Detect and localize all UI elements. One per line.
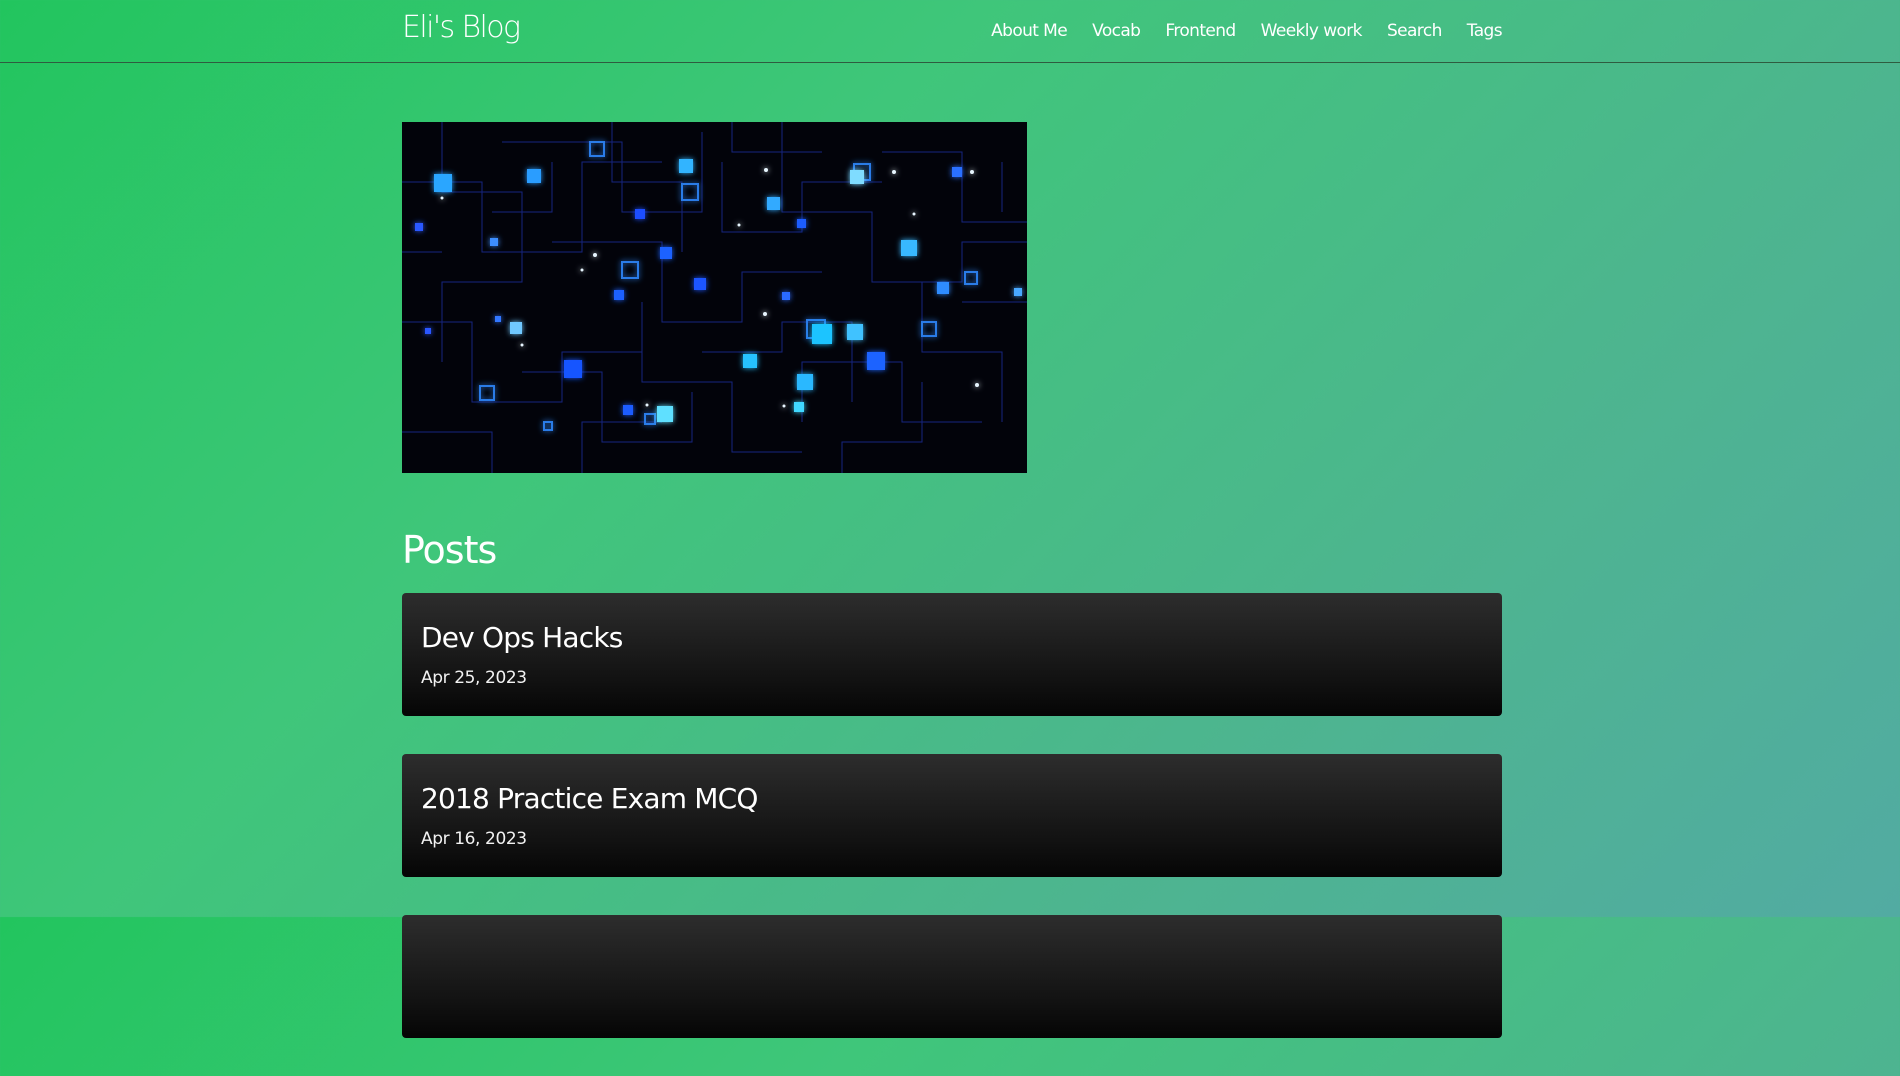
hero-image: [402, 122, 1027, 473]
post-title-link[interactable]: Dev Ops Hacks: [421, 621, 623, 655]
posts-heading: Posts: [402, 528, 497, 572]
nav-link-weekly-work[interactable]: Weekly work: [1261, 20, 1363, 42]
nav-link-tags[interactable]: Tags: [1467, 20, 1503, 42]
nav-link-about-me[interactable]: About Me: [991, 20, 1068, 42]
site-title-link[interactable]: Eli's Blog: [402, 10, 521, 46]
post-list: Dev Ops Hacks Apr 25, 2023 2018 Practice…: [402, 593, 1502, 1076]
post-card[interactable]: Dev Ops Hacks Apr 25, 2023: [402, 593, 1502, 716]
post-card[interactable]: [402, 915, 1502, 1038]
nav-link-vocab[interactable]: Vocab: [1092, 20, 1141, 42]
post-card[interactable]: 2018 Practice Exam MCQ Apr 16, 2023: [402, 754, 1502, 877]
post-date: Apr 25, 2023: [421, 668, 527, 688]
nav-link-frontend[interactable]: Frontend: [1165, 20, 1236, 42]
post-date: Apr 16, 2023: [421, 829, 527, 849]
site-header: Eli's Blog About Me Vocab Frontend Weekl…: [0, 0, 1900, 63]
nav-link-search[interactable]: Search: [1387, 20, 1442, 42]
circuit-graphic: [402, 122, 1027, 473]
post-title-link[interactable]: 2018 Practice Exam MCQ: [421, 782, 758, 816]
main-nav: About Me Vocab Frontend Weekly work Sear…: [966, 20, 1502, 42]
